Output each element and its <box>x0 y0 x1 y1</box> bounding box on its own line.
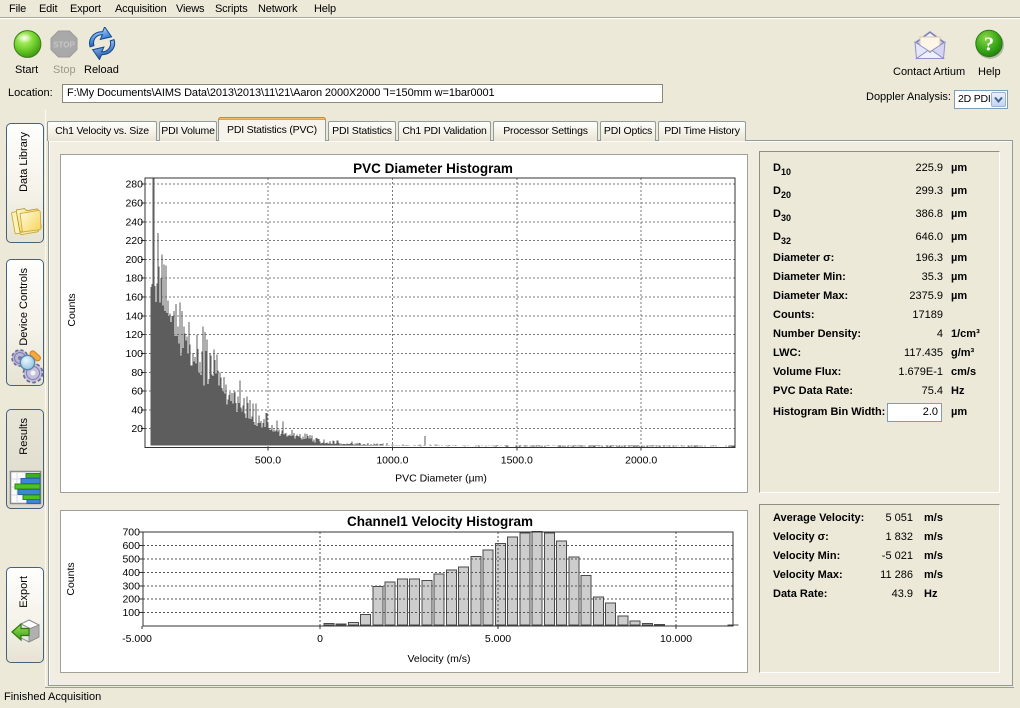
svg-text:?: ? <box>984 34 994 56</box>
svg-text:Counts: Counts <box>66 293 78 326</box>
svg-text:PVC Diameter (µm): PVC Diameter (µm) <box>395 473 487 485</box>
svg-text:Counts: Counts <box>65 562 77 595</box>
svg-text:160: 160 <box>125 292 143 304</box>
svg-text:500: 500 <box>122 554 140 566</box>
svg-text:260: 260 <box>125 198 143 210</box>
svg-text:100: 100 <box>125 348 143 360</box>
svg-text:40: 40 <box>131 404 143 416</box>
svg-text:100: 100 <box>122 607 140 619</box>
svg-text:-5.000: -5.000 <box>122 633 152 645</box>
svg-text:1500.0: 1500.0 <box>501 455 533 467</box>
svg-text:600: 600 <box>122 540 140 552</box>
svg-text:60: 60 <box>131 386 143 398</box>
svg-text:280: 280 <box>125 179 143 191</box>
svg-text:1000.0: 1000.0 <box>376 455 408 467</box>
svg-text:500.0: 500.0 <box>255 455 281 467</box>
svg-text:Velocity (m/s): Velocity (m/s) <box>407 653 470 665</box>
svg-text:5.000: 5.000 <box>485 633 511 645</box>
svg-text:200: 200 <box>122 594 140 606</box>
svg-text:200: 200 <box>125 254 143 266</box>
svg-text:700: 700 <box>122 527 140 539</box>
svg-text:120: 120 <box>125 329 143 341</box>
svg-text:80: 80 <box>131 367 143 379</box>
svg-text:20: 20 <box>131 423 143 435</box>
svg-text:0: 0 <box>317 633 323 645</box>
svg-text:140: 140 <box>125 310 143 322</box>
svg-text:180: 180 <box>125 273 143 285</box>
svg-text:220: 220 <box>125 235 143 247</box>
svg-text:240: 240 <box>125 216 143 228</box>
svg-text:2000.0: 2000.0 <box>625 455 657 467</box>
svg-text:STOP: STOP <box>53 41 75 50</box>
svg-text:400: 400 <box>122 567 140 579</box>
svg-text:10.000: 10.000 <box>660 633 692 645</box>
svg-text:300: 300 <box>122 580 140 592</box>
